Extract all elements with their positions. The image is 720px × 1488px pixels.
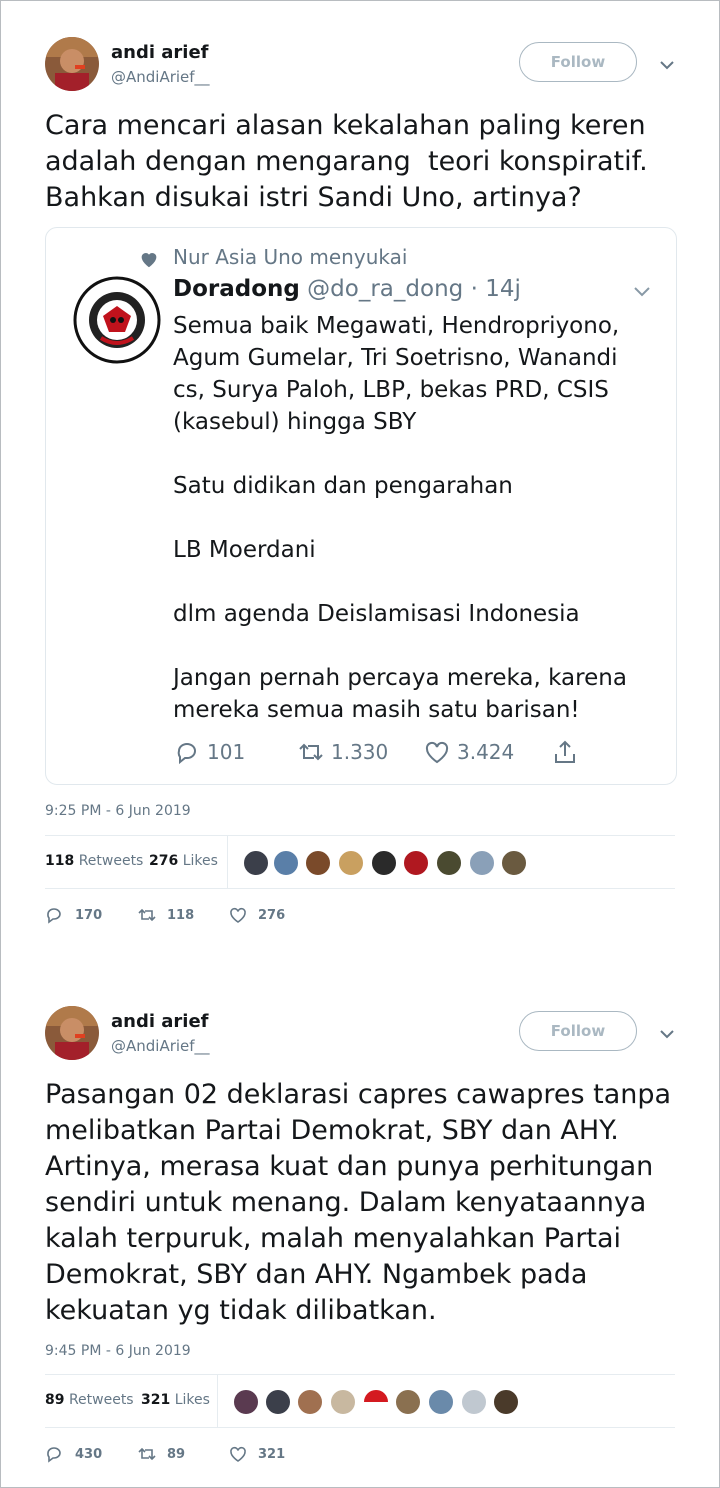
quoted-author-name[interactable]: Doradong — [173, 276, 300, 302]
quoted-author-handle[interactable]: @do_ra_dong — [307, 276, 463, 302]
author-avatar[interactable] — [45, 1006, 99, 1060]
liker-avatar[interactable] — [232, 1388, 260, 1416]
quoted-actions: 101 1.330 3.424 — [173, 738, 633, 766]
author-handle[interactable]: @AndiArief__ — [111, 68, 210, 86]
quoted-author-avatar[interactable] — [73, 276, 161, 364]
quoted-like-action[interactable]: 3.424 — [423, 738, 514, 766]
heart-outline-icon — [230, 1446, 246, 1462]
retweet-count: 118 — [45, 853, 75, 869]
retweet-label: Retweets — [78, 853, 144, 869]
chevron-down-icon[interactable] — [657, 55, 677, 75]
quoted-retweet-count: 1.330 — [331, 740, 389, 764]
liked-by-label: Nur Asia Uno menyukai — [173, 245, 408, 269]
reply-icon — [177, 743, 196, 765]
reply-count: 170 — [75, 907, 103, 923]
like-action-count: 276 — [258, 907, 286, 923]
liker-avatar[interactable] — [362, 1388, 390, 1416]
like-label: Likes — [182, 853, 218, 869]
share-icon — [555, 740, 575, 763]
liker-avatar[interactable] — [296, 1388, 324, 1416]
tweet-text: Cara mencari alasan kekalahan paling ker… — [45, 110, 648, 213]
quoted-tweet-card[interactable]: Nur Asia Uno menyukai Doradong @do_ra_do… — [45, 227, 677, 785]
reply-action[interactable]: 170 — [45, 905, 102, 925]
liker-avatar[interactable] — [468, 849, 496, 877]
chevron-down-icon[interactable] — [631, 280, 653, 302]
liker-avatar[interactable] — [304, 849, 332, 877]
liker-avatar[interactable] — [242, 849, 270, 877]
like-action[interactable]: 321 — [228, 1444, 285, 1464]
liker-avatar[interactable] — [329, 1388, 357, 1416]
quoted-header: Doradong @do_ra_dong · 14j — [173, 276, 521, 302]
liker-avatar[interactable] — [272, 849, 300, 877]
retweet-action[interactable]: 89 — [137, 1444, 185, 1464]
retweet-icon — [138, 908, 156, 922]
author-handle[interactable]: @AndiArief__ — [111, 1037, 210, 1055]
chevron-down-icon[interactable] — [657, 1024, 677, 1044]
retweet-icon — [138, 1447, 156, 1461]
liker-avatar[interactable] — [460, 1388, 488, 1416]
tweet-timestamp[interactable]: 9:45 PM - 6 Jun 2019 — [45, 1343, 191, 1359]
tweet-1: andi arief @AndiArief__ Follow Cara menc… — [0, 0, 720, 960]
stats-divider — [227, 836, 228, 889]
separator-dot: · — [470, 276, 478, 302]
quoted-reply-count: 101 — [207, 740, 246, 764]
like-action[interactable]: 276 — [228, 905, 285, 925]
heart-outline-icon — [230, 907, 246, 923]
liker-avatar[interactable] — [370, 849, 398, 877]
retweet-stat[interactable]: 118 Retweets — [45, 853, 143, 869]
stats-divider — [217, 1375, 218, 1428]
retweet-action-count: 118 — [167, 907, 195, 923]
tweet-stats: 118 Retweets 276 Likes — [45, 835, 675, 889]
liker-avatar[interactable] — [500, 849, 528, 877]
retweet-label: Retweets — [68, 1392, 134, 1408]
retweet-action[interactable]: 118 — [137, 905, 194, 925]
author-name[interactable]: andi arief — [111, 42, 209, 63]
liker-avatar[interactable] — [492, 1388, 520, 1416]
retweet-action-count: 89 — [167, 1446, 186, 1462]
heart-outline-icon — [425, 741, 449, 764]
reply-action[interactable]: 430 — [45, 1444, 102, 1464]
tweet-timestamp[interactable]: 9:25 PM - 6 Jun 2019 — [45, 803, 191, 819]
tweet-actions: 170 118 276 — [45, 905, 445, 929]
retweet-icon — [299, 743, 323, 761]
like-stat[interactable]: 321 Likes — [141, 1392, 210, 1408]
like-label: Likes — [174, 1392, 210, 1408]
tweet-stats: 89 Retweets 321 Likes — [45, 1374, 675, 1428]
author-avatar[interactable] — [45, 37, 99, 91]
quoted-reply-action[interactable]: 101 — [173, 738, 245, 766]
reply-icon — [47, 1447, 61, 1463]
like-count: 321 — [141, 1392, 171, 1408]
reply-icon — [47, 908, 61, 924]
liker-avatar[interactable] — [402, 849, 430, 877]
author-name[interactable]: andi arief — [111, 1011, 209, 1032]
liker-avatar[interactable] — [435, 849, 463, 877]
liker-avatar[interactable] — [337, 849, 365, 877]
liker-avatar[interactable] — [427, 1388, 455, 1416]
liker-avatar[interactable] — [394, 1388, 422, 1416]
quoted-retweet-action[interactable]: 1.330 — [297, 738, 388, 766]
retweet-stat[interactable]: 89 Retweets — [45, 1392, 134, 1408]
like-stat[interactable]: 276 Likes — [149, 853, 218, 869]
liker-avatar[interactable] — [264, 1388, 292, 1416]
tweet-actions: 430 89 321 — [45, 1444, 445, 1468]
quoted-like-count: 3.424 — [457, 740, 515, 764]
like-action-count: 321 — [258, 1446, 286, 1462]
quoted-age[interactable]: 14j — [485, 276, 521, 302]
follow-button[interactable]: Follow — [519, 1011, 637, 1051]
tweet-text: Pasangan 02 deklarasi capres cawapres ta… — [45, 1079, 672, 1326]
tweet-2: andi arief @AndiArief__ Follow Pasangan … — [0, 960, 720, 1488]
quoted-text: Semua baik Megawati, Hendropriyono, Agum… — [173, 313, 627, 723]
follow-button[interactable]: Follow — [519, 42, 637, 82]
heart-icon — [141, 253, 157, 268]
reply-count: 430 — [75, 1446, 103, 1462]
quoted-share-action[interactable] — [551, 738, 579, 766]
like-count: 276 — [149, 853, 179, 869]
retweet-count: 89 — [45, 1392, 65, 1408]
